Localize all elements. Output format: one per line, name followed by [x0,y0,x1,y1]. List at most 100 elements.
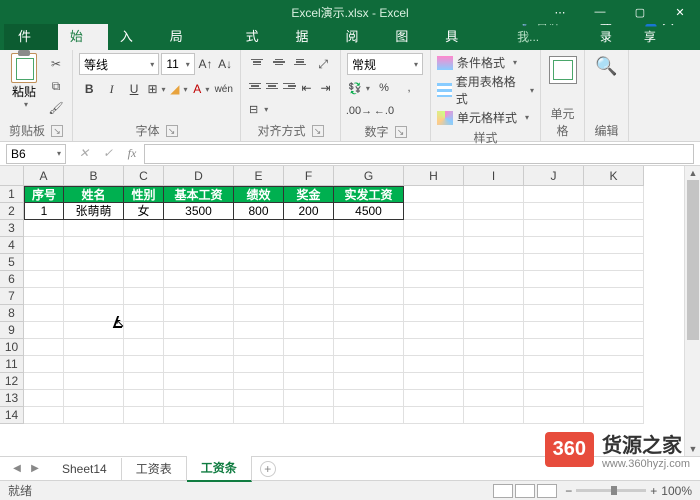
cell[interactable] [404,407,464,424]
cell[interactable] [234,271,284,288]
cell[interactable] [234,237,284,254]
page-layout-view-icon[interactable] [515,484,535,498]
cell[interactable] [64,271,124,288]
cell[interactable] [334,339,404,356]
row-header[interactable]: 8 [0,305,24,322]
tab-nav-next-icon[interactable]: ▶ [26,463,44,474]
col-header[interactable]: G [334,166,404,186]
cell[interactable] [234,288,284,305]
maximize-icon[interactable]: ▢ [620,0,660,24]
cell[interactable]: 姓名 [64,186,124,203]
cell[interactable] [164,305,234,322]
font-size-select[interactable]: 11▾ [161,53,194,75]
scroll-thumb[interactable] [687,180,699,340]
cell[interactable] [284,305,334,322]
decrease-decimal-icon[interactable]: ←.0 [372,101,396,121]
cell[interactable] [24,322,64,339]
cell[interactable] [124,288,164,305]
cell[interactable] [284,373,334,390]
cell[interactable] [584,220,644,237]
cut-icon[interactable]: ✂ [46,55,66,73]
cell[interactable] [524,203,584,220]
cell[interactable] [164,356,234,373]
cell[interactable] [284,356,334,373]
cell[interactable] [164,339,234,356]
cell[interactable] [64,356,124,373]
cell[interactable] [584,322,644,339]
cell[interactable] [524,220,584,237]
row-header[interactable]: 11 [0,356,24,373]
dialog-launcher-icon[interactable]: ↘ [312,125,324,137]
cell[interactable] [524,271,584,288]
cell[interactable] [464,356,524,373]
cell[interactable] [404,237,464,254]
underline-button[interactable]: U [124,78,144,100]
cell[interactable] [24,288,64,305]
cell[interactable] [124,271,164,288]
cell[interactable] [334,237,404,254]
vertical-scrollbar[interactable]: ▲ ▼ [684,166,700,456]
col-header[interactable]: D [164,166,234,186]
cell[interactable] [334,390,404,407]
dialog-launcher-icon[interactable]: ↘ [395,126,407,138]
cell[interactable] [524,407,584,424]
cell[interactable] [64,305,124,322]
cell[interactable] [334,220,404,237]
sheet-tab[interactable]: Sheet14 [48,458,122,480]
cell[interactable] [404,356,464,373]
editing-icon[interactable]: 🔍 [593,56,621,84]
cell[interactable]: 女 [124,203,164,220]
cell[interactable]: 实发工资 [334,186,404,203]
cell[interactable] [64,288,124,305]
column-headers[interactable]: ABCDEFGHIJK [24,166,644,186]
cell[interactable] [24,254,64,271]
row-header[interactable]: 4 [0,237,24,254]
cell[interactable]: 绩效 [234,186,284,203]
cell[interactable] [284,407,334,424]
cell[interactable]: 3500 [164,203,234,220]
cell[interactable] [164,390,234,407]
cell[interactable] [124,254,164,271]
cell[interactable] [334,288,404,305]
indent-right-icon[interactable]: ⇥ [317,77,334,99]
cell[interactable] [464,322,524,339]
cell[interactable] [404,220,464,237]
cell[interactable] [464,339,524,356]
cell[interactable] [24,407,64,424]
row-header[interactable]: 10 [0,339,24,356]
cell-styles-button[interactable]: 单元格样式▾ [437,108,534,127]
cell[interactable] [584,254,644,271]
cell[interactable] [124,356,164,373]
cell[interactable] [284,339,334,356]
cancel-icon[interactable]: ✕ [72,146,96,161]
border-button[interactable]: ⊞▾ [146,78,166,100]
align-middle-icon[interactable] [269,53,289,71]
format-painter-icon[interactable]: 🖌 [46,99,66,117]
cell[interactable] [24,356,64,373]
cell[interactable] [584,407,644,424]
cell[interactable] [404,271,464,288]
col-header[interactable]: E [234,166,284,186]
zoom-out-icon[interactable]: − [565,484,572,498]
cell[interactable] [524,322,584,339]
sheet-tab[interactable]: 工资表 [122,456,187,481]
zoom-level[interactable]: 100% [661,484,692,498]
name-box[interactable]: B6▾ [6,144,66,164]
cell[interactable] [164,322,234,339]
cell[interactable] [24,339,64,356]
col-header[interactable]: C [124,166,164,186]
cell[interactable] [464,390,524,407]
row-header[interactable]: 13 [0,390,24,407]
cell[interactable] [334,356,404,373]
cell[interactable] [24,390,64,407]
cell[interactable] [464,186,524,203]
minimize-icon[interactable]: — [580,0,620,24]
cell[interactable] [284,390,334,407]
copy-icon[interactable]: ⧉ [46,77,66,95]
italic-button[interactable]: I [101,78,121,100]
cell[interactable] [284,254,334,271]
cell[interactable] [284,322,334,339]
cell[interactable] [234,339,284,356]
cell[interactable] [334,373,404,390]
align-top-icon[interactable] [247,53,267,71]
